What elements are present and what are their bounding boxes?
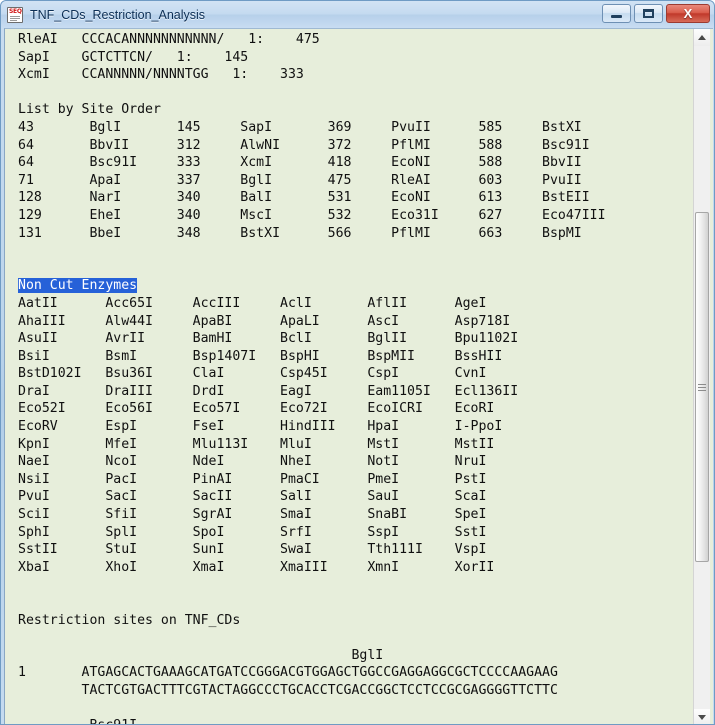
- text-line: AatII Acc65I AccIII AclI AflII AgeI: [18, 295, 487, 311]
- text-line: 64 BbvII 312 AlwNI 372 PflMI 588 Bsc91I: [18, 137, 590, 153]
- text-line: AhaIII Alw44I ApaBI ApaLI AscI Asp718I: [18, 313, 511, 329]
- minimize-icon: [611, 14, 622, 18]
- text-line: NaeI NcoI NdeI NheI NotI NruI: [18, 454, 487, 470]
- text-line: SstII StuI SunI SwaI Tth111I VspI: [18, 542, 487, 558]
- text-line: Bsc91I: [18, 717, 693, 724]
- analysis-text-output[interactable]: RleAI CCCACANNNNNNNNNNN/ 1: 475 SapI GCTC…: [5, 29, 693, 724]
- chevron-down-icon: [698, 715, 706, 720]
- window-title: TNF_CDs_Restriction_Analysis: [30, 7, 206, 22]
- text-line: 129 EheI 340 MscI 532 Eco31I 627 Eco47II…: [18, 207, 606, 223]
- text-line: Eco52I Eco56I Eco57I Eco72I EcoICRI EcoR…: [18, 401, 495, 417]
- scroll-down-button[interactable]: [694, 709, 710, 724]
- text-line: [18, 700, 693, 718]
- text-line: BglI: [18, 647, 384, 663]
- text-line: XcmI CCANNNNN/NNNNTGG 1: 333: [18, 67, 304, 83]
- app-icon-line: [10, 17, 20, 19]
- close-icon: X: [683, 6, 693, 21]
- text-line: Non Cut Enzymes: [18, 277, 693, 295]
- maximize-icon: [643, 9, 654, 18]
- text-line: BsiI BsmI Bsp1407I BspHI BspMII BssHII: [18, 348, 503, 364]
- sequence-document-icon: SEQ: [7, 6, 23, 23]
- text-line: 128 NarI 340 BalI 531 EcoNI 613 BstEII: [18, 190, 590, 206]
- text-line: DraI DraIII DrdI EagI Eam1105I Ecl136II: [18, 383, 519, 399]
- text-line: 43 BglI 145 SapI 369 PvuII 585 BstXI: [18, 119, 582, 135]
- text-line: [18, 242, 693, 260]
- scrollbar-thumb[interactable]: [695, 212, 709, 562]
- text-line: SciI SfiI SgrAI SmaI SnaBI SpeI: [18, 507, 487, 523]
- text-line: KpnI MfeI Mlu113I MluI MstI MstII: [18, 436, 495, 452]
- app-icon-label: SEQ: [9, 7, 22, 15]
- maximize-button[interactable]: [634, 4, 663, 23]
- client-area: RleAI CCCACANNNNNNNNNNN/ 1: 475 SapI GCTC…: [4, 28, 713, 724]
- application-window: SEQ TNF_CDs_Restriction_Analysis X RleAI…: [0, 0, 715, 725]
- text-line: XbaI XhoI XmaI XmaIII XmnI XorII: [18, 559, 495, 575]
- text-line: 64 Bsc91I 333 XcmI 418 EcoNI 588 BbvII: [18, 155, 582, 171]
- text-line: [18, 629, 693, 647]
- text-line: NsiI PacI PinAI PmaCI PmeI PstI: [18, 471, 487, 487]
- text-line: RleAI CCCACANNNNNNNNNNN/ 1: 475: [18, 32, 320, 47]
- text-line: 71 ApaI 337 BglI 475 RleAI 603 PvuII: [18, 172, 582, 188]
- text-line: [18, 260, 693, 278]
- text-line: AsuII AvrII BamHI BclI BglII Bpu1102I: [18, 331, 519, 347]
- title-bar[interactable]: SEQ TNF_CDs_Restriction_Analysis X: [1, 1, 714, 28]
- text-line: SphI SplI SpoI SrfI SspI SstI: [18, 524, 487, 540]
- non-cut-enzymes-heading: Non Cut Enzymes: [18, 278, 138, 294]
- minimize-button[interactable]: [602, 4, 631, 23]
- text-line: PvuI SacI SacII SalI SauI ScaI: [18, 489, 487, 505]
- text-line: [18, 594, 693, 612]
- close-button[interactable]: X: [666, 4, 710, 23]
- vertical-scrollbar[interactable]: [693, 29, 710, 724]
- grip-icon: [698, 383, 706, 391]
- text-line: TACTCGTGACTTTCGTACTAGGCCCTGCACCTCGACCGGC…: [18, 682, 558, 698]
- app-icon-line: [10, 19, 17, 21]
- text-line: Restriction sites on TNF_CDs: [18, 612, 241, 628]
- text-line: [18, 84, 693, 102]
- window-controls: X: [602, 4, 710, 23]
- scroll-up-button[interactable]: [694, 29, 710, 46]
- text-line: 1 ATGAGCACTGAAAGCATGATCCGGGACGTGGAGCTGGC…: [18, 665, 558, 681]
- text-line: 131 BbeI 348 BstXI 566 PflMI 663 BspMI: [18, 225, 582, 241]
- text-line: [18, 576, 693, 594]
- app-icon-line: [10, 15, 20, 17]
- chevron-up-icon: [698, 35, 706, 40]
- text-line: BstD102I Bsu36I ClaI Csp45I CspI CvnI: [18, 366, 487, 382]
- text-line: EcoRV EspI FseI HindIII HpaI I-PpoI: [18, 419, 503, 435]
- text-line: SapI GCTCTTCN/ 1: 145: [18, 49, 249, 65]
- text-line: List by Site Order: [18, 102, 161, 118]
